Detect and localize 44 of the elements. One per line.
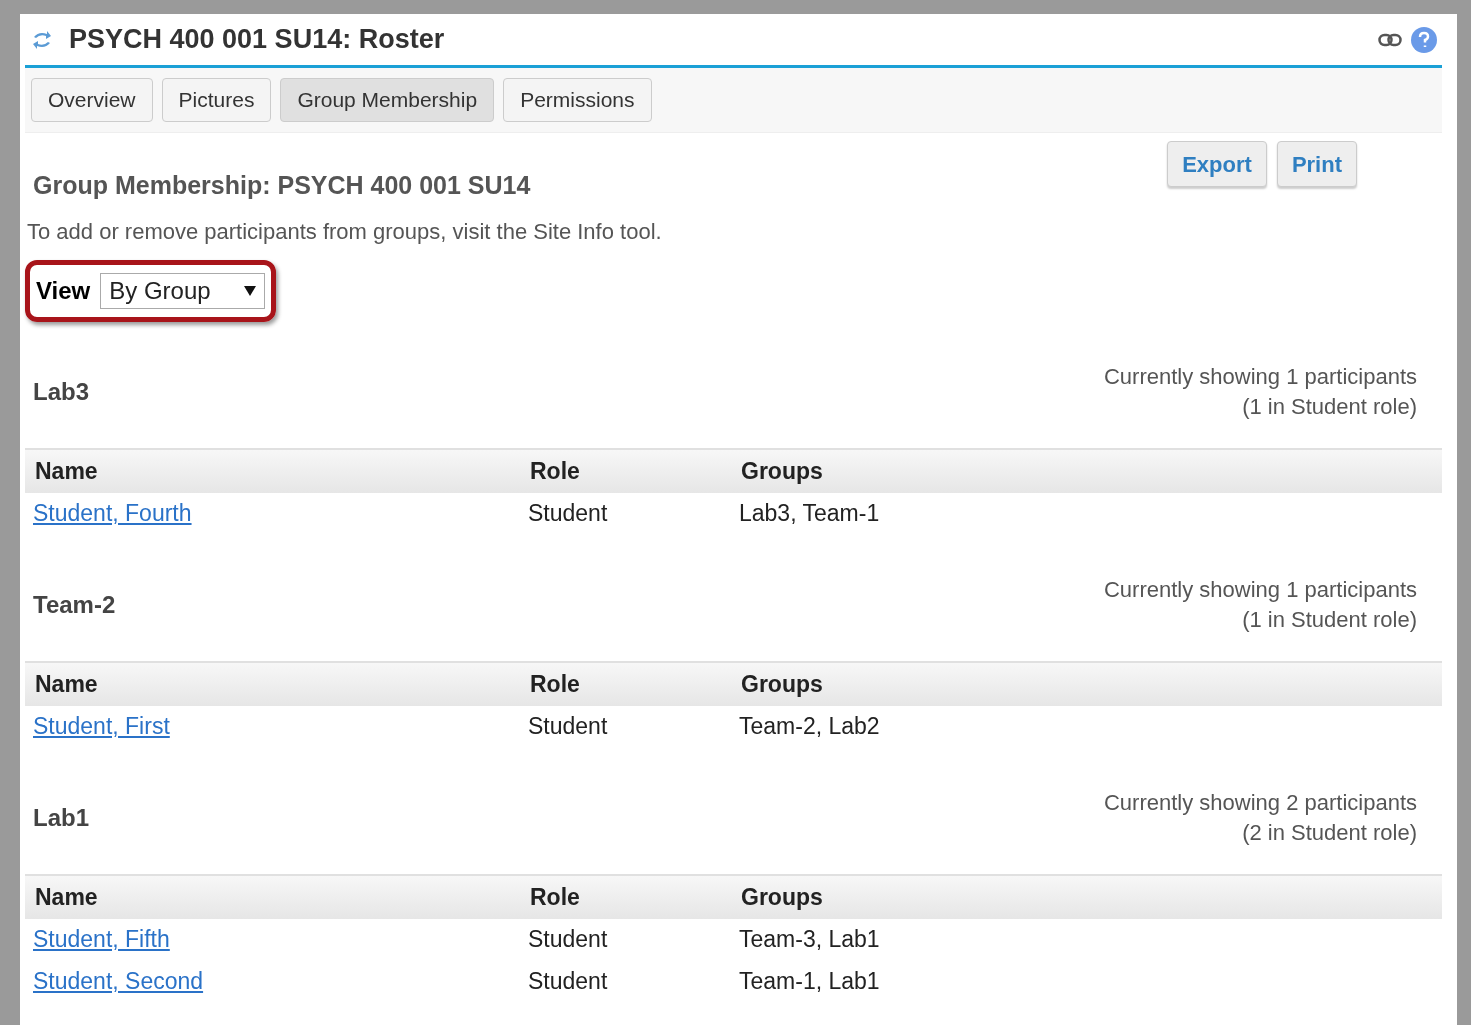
group-name: Team-2: [33, 589, 116, 620]
window-title: PSYCH 400 001 SU14: Roster: [69, 23, 445, 57]
participant-summary: (2 in Student role): [1242, 818, 1417, 847]
participant-summary: Currently showing 1 participants: [1103, 362, 1417, 391]
column-header: Name: [35, 669, 99, 699]
student-link[interactable]: Student, Fourth: [33, 496, 192, 531]
student-link[interactable]: Student, Second: [33, 964, 204, 999]
column-header: Role: [530, 882, 581, 912]
column-header: Name: [35, 882, 99, 912]
column-header: Role: [530, 669, 581, 699]
page-heading: Group Membership: PSYCH 400 001 SU14: [33, 170, 531, 201]
student-link[interactable]: Student, First: [33, 709, 170, 744]
groups-cell-text: Team-1, Lab1: [739, 967, 880, 997]
link-icon[interactable]: [1378, 32, 1402, 47]
column-header: Name: [35, 456, 99, 486]
instruction-text: To add or remove participants from groups, visit the Site Info tool.: [26, 217, 663, 246]
role-cell-text: Student: [528, 967, 608, 997]
dropdown-arrow-icon: [244, 285, 257, 296]
role-cell-text: Student: [528, 712, 608, 742]
tab[interactable]: Permissions: [503, 78, 652, 122]
role-cell-text: Student: [528, 499, 608, 529]
participant-summary: (1 in Student role): [1242, 392, 1417, 421]
groups-cell-text: Lab3, Team-1: [739, 499, 880, 529]
group-name: Lab1: [33, 802, 89, 833]
groups-cell-text: Team-3, Lab1: [739, 925, 880, 955]
tab[interactable]: Group Membership: [280, 78, 495, 122]
action-button[interactable]: Print: [1276, 141, 1357, 187]
group-name: Lab3: [33, 376, 89, 407]
column-header: Groups: [741, 882, 824, 912]
student-link[interactable]: Student, Fifth: [33, 922, 170, 957]
tab[interactable]: Overview: [31, 78, 153, 122]
action-button[interactable]: Export: [1167, 141, 1267, 187]
role-cell-text: Student: [528, 925, 608, 955]
participant-summary: Currently showing 2 participants: [1103, 788, 1417, 817]
participant-summary: Currently showing 1 participants: [1103, 575, 1417, 604]
view-select[interactable]: By Group: [100, 272, 266, 309]
column-header: Groups: [741, 456, 824, 486]
groups-cell-text: Team-2, Lab2: [739, 712, 880, 742]
help-icon[interactable]: [1410, 25, 1438, 54]
participant-summary: (1 in Student role): [1242, 605, 1417, 634]
view-label: View: [36, 275, 91, 306]
column-header: Groups: [741, 669, 824, 699]
tab[interactable]: Pictures: [161, 78, 272, 122]
column-header: Role: [530, 456, 581, 486]
